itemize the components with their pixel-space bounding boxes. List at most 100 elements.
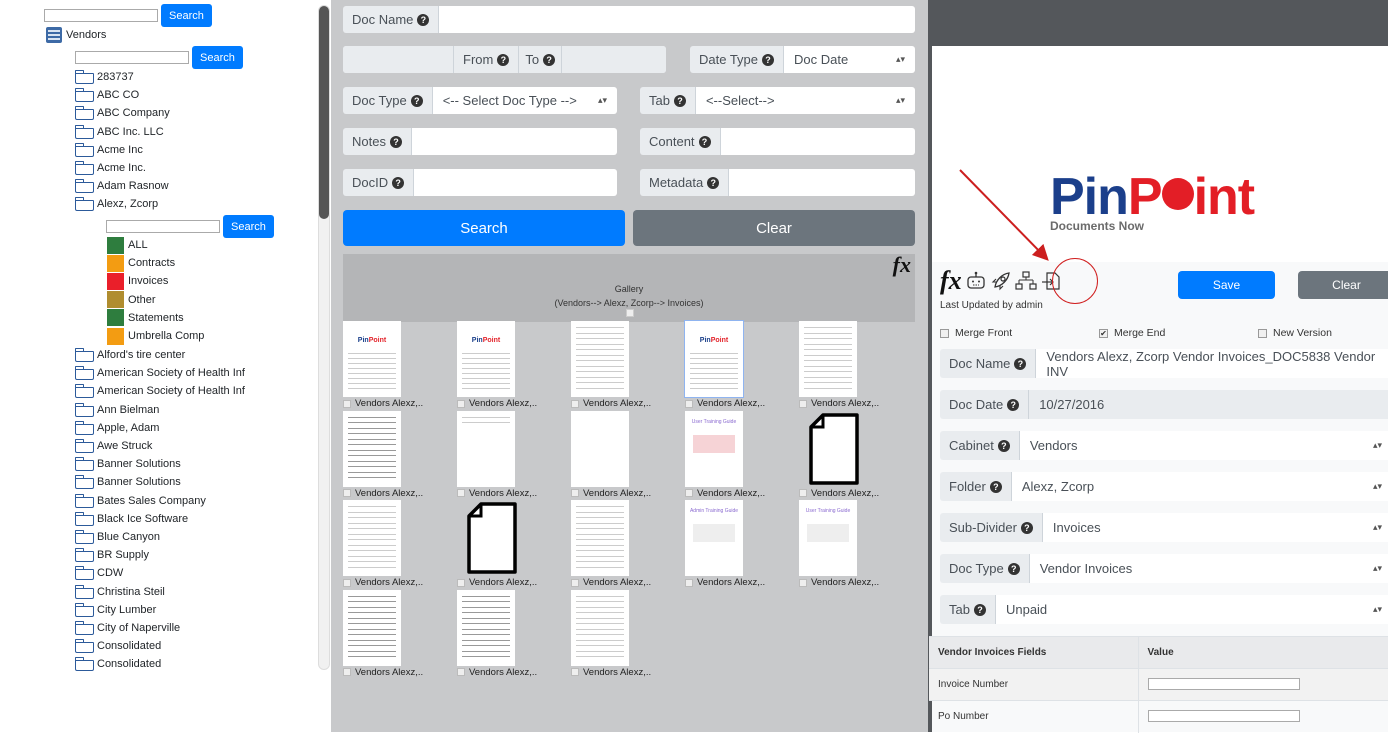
gallery-item[interactable]: Vendors Alexz,.. bbox=[799, 411, 913, 501]
tab-search-input[interactable] bbox=[106, 220, 220, 233]
folder-item[interactable]: Bates Sales Company bbox=[75, 492, 245, 510]
thumbnail-checkbox[interactable] bbox=[343, 399, 351, 408]
folder-item[interactable]: ABC CO bbox=[75, 86, 170, 104]
folder-item[interactable]: Consolidated bbox=[75, 655, 245, 673]
thumbnail-checkbox[interactable] bbox=[457, 668, 465, 676]
po-number-input[interactable] bbox=[1147, 710, 1300, 722]
notes-input[interactable] bbox=[411, 128, 617, 155]
formula-icon[interactable]: fx bbox=[940, 268, 962, 294]
thumbnail-checkbox[interactable] bbox=[799, 489, 807, 497]
folder-item[interactable]: Banner Solutions bbox=[75, 473, 245, 491]
gallery-item[interactable]: Vendors Alexz,.. bbox=[799, 321, 913, 411]
document-thumbnail[interactable]: Admin Training Guide bbox=[685, 500, 743, 576]
date-to-input[interactable] bbox=[562, 46, 666, 73]
gallery-item[interactable]: Admin Training Guide Vendors Alexz,.. bbox=[685, 500, 799, 590]
gallery-item[interactable]: Vendors Alexz,.. bbox=[343, 500, 457, 590]
folder-item[interactable]: American Society of Health Inf bbox=[75, 382, 245, 400]
folder-item[interactable]: ABC Inc. LLC bbox=[75, 123, 170, 141]
help-icon[interactable]: ? bbox=[389, 135, 402, 148]
folder-item[interactable]: Adam Rasnow bbox=[75, 177, 170, 195]
folder-item[interactable]: Alford's tire center bbox=[75, 346, 245, 364]
tree-scrollbar[interactable] bbox=[318, 5, 330, 670]
folder-item[interactable]: Black Ice Software bbox=[75, 510, 245, 528]
tree-search-input[interactable] bbox=[44, 9, 158, 22]
gallery-item[interactable]: Vendors Alexz,.. bbox=[571, 321, 685, 411]
help-icon[interactable]: ? bbox=[997, 439, 1010, 452]
gallery-item[interactable]: PinPoint Vendors Alexz,.. bbox=[343, 321, 457, 411]
gallery-item[interactable]: Vendors Alexz,.. bbox=[343, 410, 457, 501]
sitemap-icon[interactable] bbox=[1015, 270, 1037, 292]
document-thumbnail[interactable]: PinPoint bbox=[343, 321, 401, 397]
folder-item[interactable]: ABC Company bbox=[75, 104, 170, 122]
thumbnail-checkbox[interactable] bbox=[685, 399, 693, 408]
folder-item[interactable]: City Lumber bbox=[75, 601, 245, 619]
gallery-item[interactable]: Vendors Alexz,.. bbox=[457, 500, 571, 590]
folder-item[interactable]: Alexz, Zcorp bbox=[75, 195, 170, 213]
gallery-item[interactable]: PinPoint Vendors Alexz,.. bbox=[684, 320, 799, 411]
folder-item[interactable]: Acme Inc bbox=[75, 141, 170, 159]
thumbnail-checkbox[interactable] bbox=[571, 578, 579, 587]
document-thumbnail[interactable] bbox=[457, 589, 515, 666]
tab-item[interactable]: Statements bbox=[107, 309, 204, 327]
help-icon[interactable]: ? bbox=[698, 135, 711, 148]
help-icon[interactable]: ? bbox=[1007, 398, 1020, 411]
thumbnail-checkbox[interactable] bbox=[343, 668, 351, 676]
help-icon[interactable]: ? bbox=[707, 176, 720, 189]
doc-type-dropdown[interactable]: <-- Select Doc Type --> ▴▾ bbox=[432, 87, 617, 114]
document-thumbnail[interactable] bbox=[571, 589, 629, 666]
field-dropdown[interactable]: Unpaid ▴▾ bbox=[995, 595, 1388, 624]
thumbnail-checkbox[interactable] bbox=[571, 668, 579, 676]
folder-search-button[interactable]: Search bbox=[192, 46, 243, 69]
merge-front-option[interactable]: Merge Front bbox=[940, 327, 1012, 339]
document-thumbnail[interactable] bbox=[571, 321, 629, 397]
thumbnail-checkbox[interactable] bbox=[343, 578, 351, 587]
help-icon[interactable]: ? bbox=[762, 53, 775, 66]
rocket-icon[interactable] bbox=[990, 270, 1012, 292]
tree-scrollbar-thumb[interactable] bbox=[319, 6, 329, 219]
thumbnail-checkbox[interactable] bbox=[457, 578, 465, 587]
document-thumbnail[interactable]: User Training Guide bbox=[799, 500, 857, 576]
gallery-item[interactable]: Vendors Alexz,.. bbox=[457, 410, 571, 501]
folder-item[interactable]: Consolidated bbox=[75, 637, 245, 655]
clear-button[interactable]: Clear bbox=[633, 210, 915, 246]
merge-front-checkbox[interactable] bbox=[940, 328, 949, 338]
document-thumbnail[interactable] bbox=[343, 410, 401, 487]
gallery-item[interactable]: Vendors Alexz,.. bbox=[571, 589, 685, 680]
field-dropdown[interactable]: Invoices ▴▾ bbox=[1042, 513, 1388, 542]
folder-item[interactable]: 283737 bbox=[75, 68, 170, 86]
gallery-item[interactable]: Vendors Alexz,.. bbox=[571, 500, 685, 590]
gallery-item[interactable]: User Training Guide Vendors Alexz,.. bbox=[799, 500, 913, 590]
invoice-number-input[interactable] bbox=[1147, 677, 1300, 690]
thumbnail-checkbox[interactable] bbox=[799, 578, 807, 587]
help-icon[interactable]: ? bbox=[989, 480, 1002, 493]
document-thumbnail[interactable]: PinPoint bbox=[457, 321, 515, 397]
folder-item[interactable]: Awe Struck bbox=[75, 437, 245, 455]
thumbnail-checkbox[interactable] bbox=[685, 578, 693, 587]
document-thumbnail[interactable]: User Training Guide bbox=[685, 410, 743, 487]
gallery-item[interactable]: User Training Guide Vendors Alexz,.. bbox=[685, 410, 799, 501]
select-all-checkbox[interactable] bbox=[626, 309, 634, 317]
cabinet-vendors[interactable]: Vendors bbox=[46, 27, 106, 43]
thumbnail-checkbox[interactable] bbox=[457, 399, 465, 408]
gallery-item[interactable]: Vendors Alexz,.. bbox=[457, 589, 571, 680]
help-icon[interactable]: ? bbox=[410, 94, 423, 107]
help-icon[interactable]: ? bbox=[973, 603, 986, 616]
help-icon[interactable]: ? bbox=[497, 53, 510, 66]
merge-end-option[interactable]: ✔ Merge End bbox=[1099, 327, 1165, 339]
folder-item[interactable]: Christina Steil bbox=[75, 582, 245, 600]
document-thumbnail[interactable] bbox=[571, 500, 629, 576]
folder-item[interactable]: CDW bbox=[75, 564, 245, 582]
folder-item[interactable]: American Society of Health Inf bbox=[75, 364, 245, 382]
tab-item[interactable]: Invoices bbox=[107, 272, 204, 290]
folder-item[interactable]: Ann Bielman bbox=[75, 401, 245, 419]
gallery-item[interactable]: PinPoint Vendors Alexz,.. bbox=[457, 321, 571, 411]
docid-input[interactable] bbox=[414, 169, 617, 196]
search-button[interactable]: Search bbox=[343, 210, 625, 246]
folder-item[interactable]: Apple, Adam bbox=[75, 419, 245, 437]
date-type-dropdown[interactable]: Doc Date ▴▾ bbox=[784, 46, 915, 73]
help-icon[interactable]: ? bbox=[1007, 562, 1020, 575]
field-dropdown[interactable]: Alexz, Zcorp ▴▾ bbox=[1011, 472, 1388, 501]
document-thumbnail[interactable] bbox=[343, 589, 401, 666]
folder-item[interactable]: Blue Canyon bbox=[75, 528, 245, 546]
thumbnail-checkbox[interactable] bbox=[799, 399, 807, 408]
